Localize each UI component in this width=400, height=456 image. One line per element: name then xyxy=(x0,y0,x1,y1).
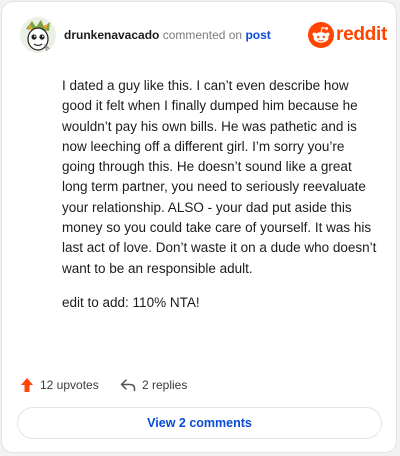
avatar-image xyxy=(20,17,56,53)
comment-paragraph: I dated a guy like this. I can’t even de… xyxy=(62,78,377,276)
comment-card: drunkenavacado commented on post reddit … xyxy=(1,1,397,453)
upvotes-count: 12 upvotes xyxy=(40,378,99,392)
commented-on-text: commented on xyxy=(162,28,243,42)
reply-arrow-icon xyxy=(120,379,136,392)
comment-body: I dated a guy like this. I can’t even de… xyxy=(62,76,380,327)
view-comments-button[interactable]: View 2 comments xyxy=(17,407,382,439)
post-link[interactable]: post xyxy=(245,28,270,42)
replies-count: 2 replies xyxy=(142,378,188,392)
reddit-wordmark: reddit xyxy=(336,24,387,45)
reddit-logo: reddit xyxy=(308,22,387,48)
reddit-snoo-icon xyxy=(308,22,334,48)
comment-paragraph: edit to add: 110% NTA! xyxy=(62,294,200,310)
replies-button[interactable]: 2 replies xyxy=(120,374,187,396)
upvote-arrow-icon xyxy=(21,378,33,392)
username[interactable]: drunkenavacado xyxy=(64,28,159,42)
comment-header: drunkenavacado commented on post reddit xyxy=(20,17,387,57)
comment-byline: drunkenavacado commented on post xyxy=(64,28,271,42)
comment-actions: 12 upvotes 2 replies xyxy=(20,374,380,396)
upvote-button[interactable]: 12 upvotes xyxy=(20,374,99,396)
user-avatar[interactable] xyxy=(20,17,56,53)
